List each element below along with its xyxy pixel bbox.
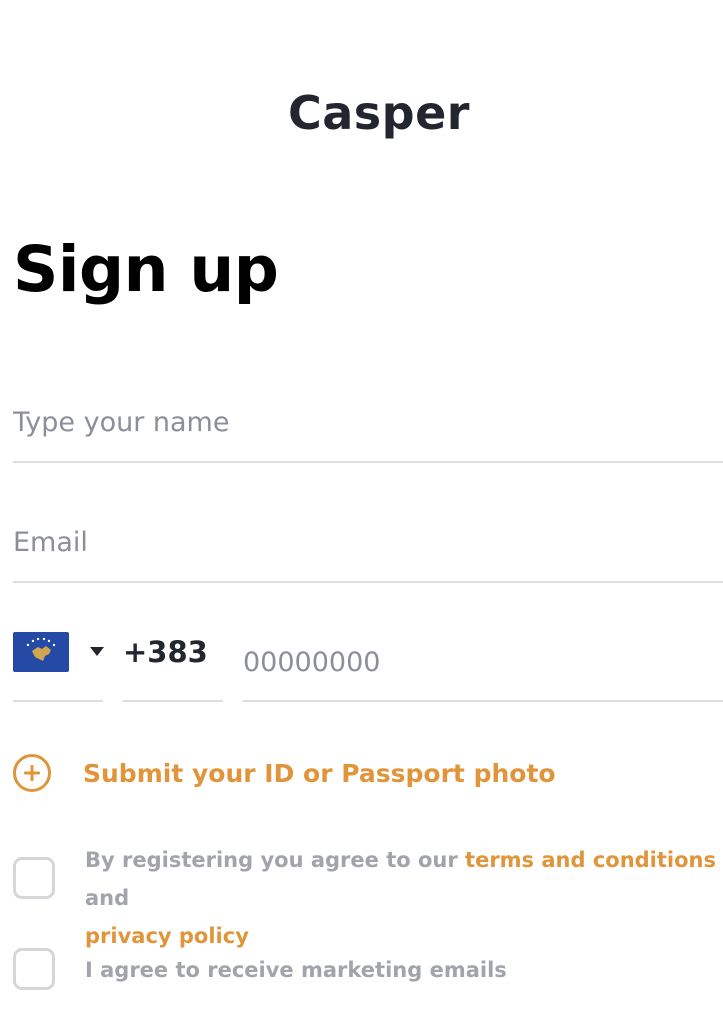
- terms-text: By registering you agree to our terms an…: [85, 841, 723, 955]
- upload-id-label: Submit your ID or Passport photo: [83, 758, 556, 788]
- plus-circle-icon: [13, 754, 51, 792]
- dial-code[interactable]: +383: [123, 624, 223, 702]
- terms-link[interactable]: terms and conditions: [465, 848, 716, 872]
- marketing-label: I agree to receive marketing emails: [85, 958, 507, 982]
- privacy-link[interactable]: privacy policy: [85, 924, 249, 948]
- terms-text-middle: and: [85, 886, 130, 910]
- terms-text-before: By registering you agree to our: [85, 848, 466, 872]
- chevron-down-icon: [90, 647, 104, 656]
- email-input[interactable]: [13, 503, 723, 583]
- upload-id-button[interactable]: Submit your ID or Passport photo: [13, 750, 556, 796]
- terms-checkbox[interactable]: [13, 857, 55, 899]
- marketing-checkbox[interactable]: [13, 948, 55, 990]
- phone-input[interactable]: [243, 624, 723, 702]
- country-selector[interactable]: [13, 624, 104, 702]
- kosovo-flag-icon: [13, 632, 69, 672]
- brand-logo-text: Casper: [288, 86, 470, 140]
- name-input[interactable]: [13, 383, 723, 463]
- page-title: Sign up: [13, 233, 279, 306]
